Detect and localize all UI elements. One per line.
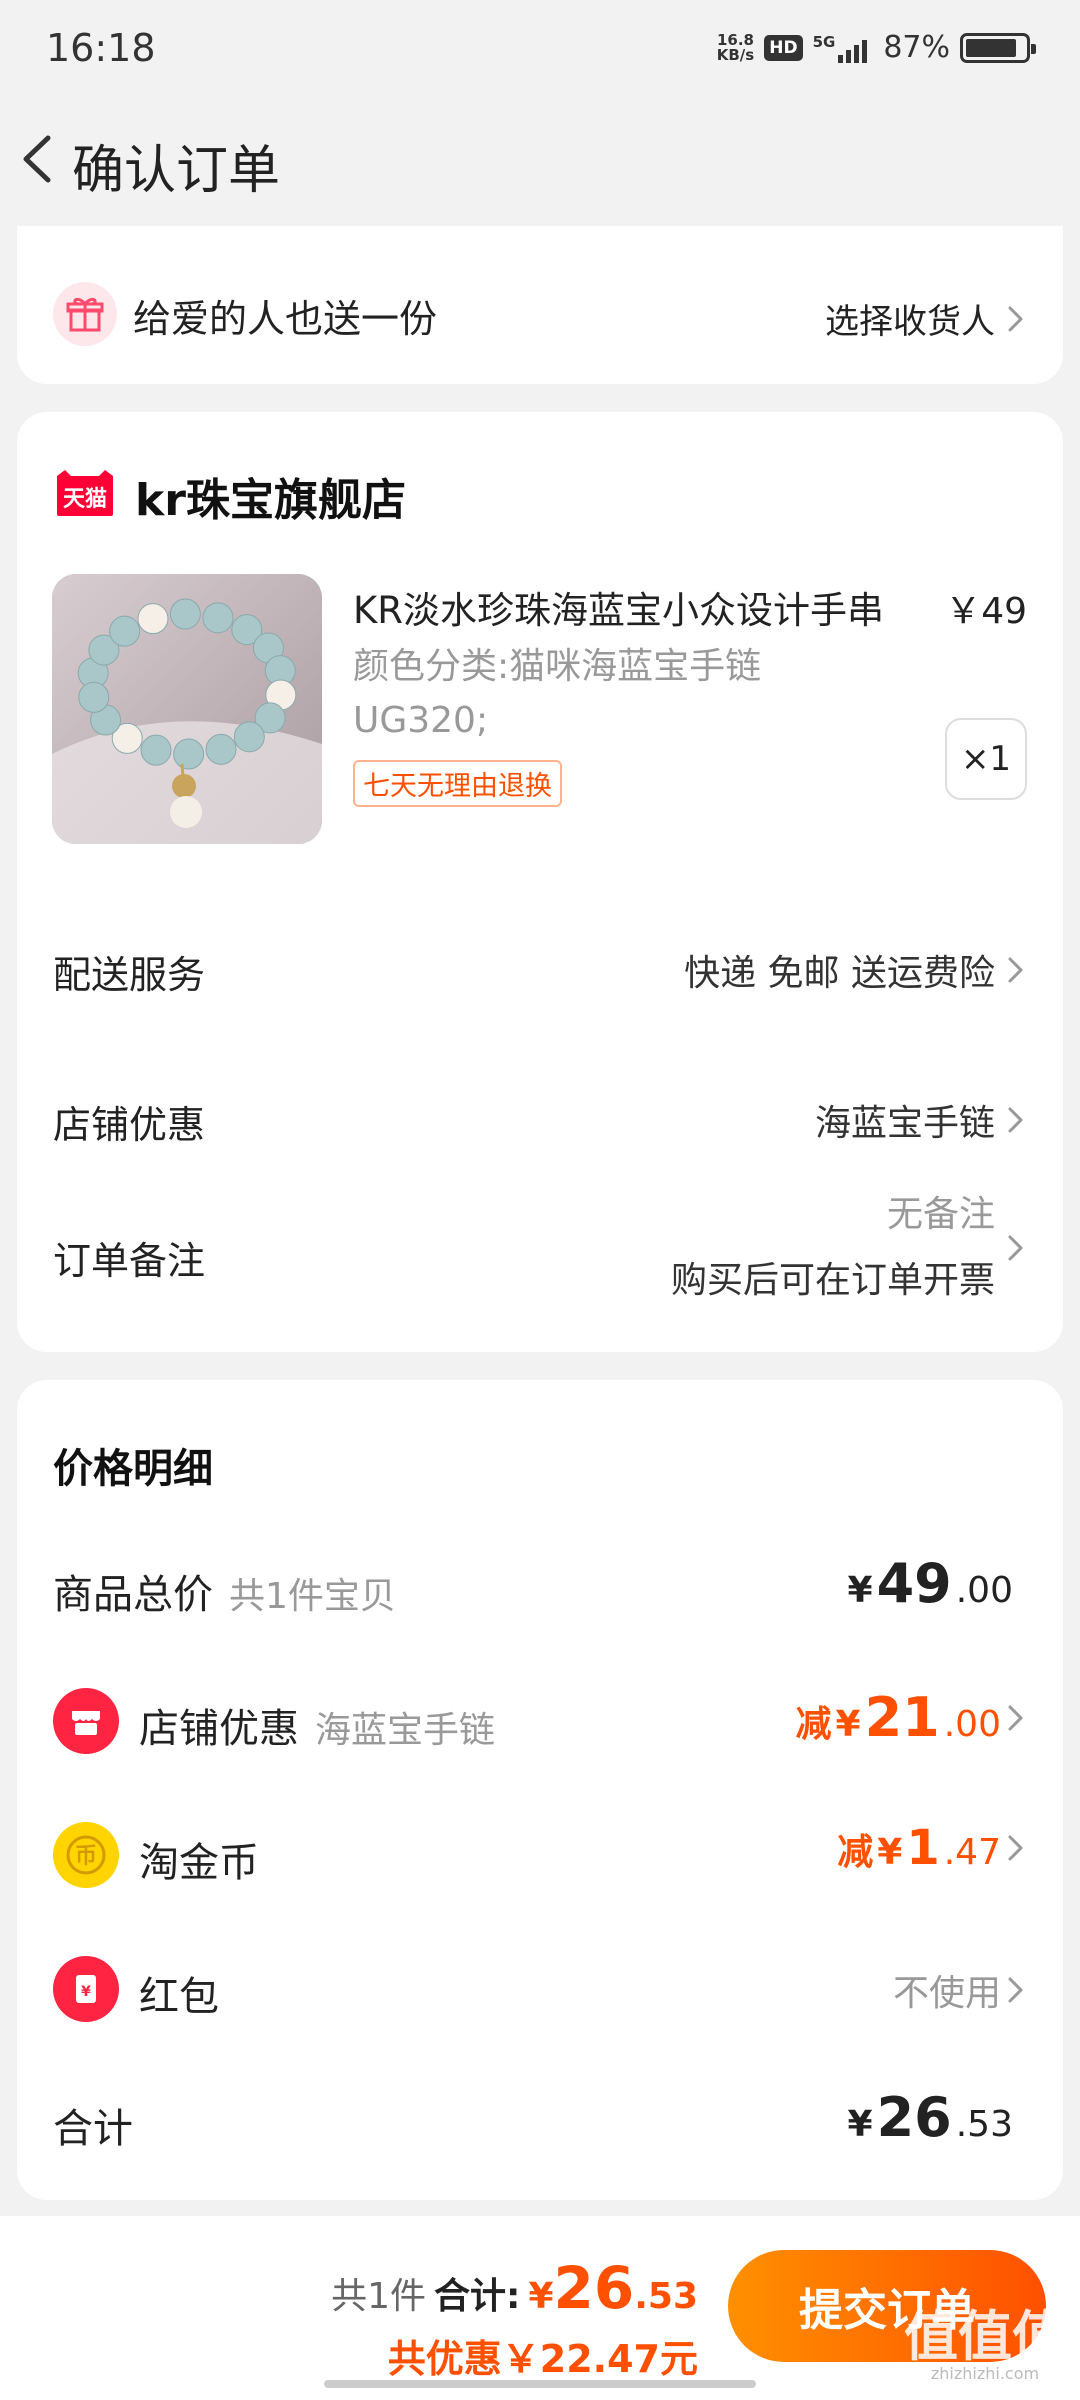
chevron-left-icon	[23, 135, 51, 183]
invoice-hint: 购买后可在订单开票	[670, 1260, 995, 1301]
chevron-right-icon	[1008, 1705, 1023, 1730]
tmall-logo: 天猫	[51, 468, 119, 518]
status-time: 16:18	[46, 26, 156, 70]
chevron-right-icon	[1008, 1235, 1023, 1261]
delivery-row[interactable]: 配送服务 快递 免邮 送运费险	[17, 910, 1063, 1020]
watermark: 值值值 zhizhizhi.com	[904, 2305, 1066, 2384]
remark-value: 无备注	[886, 1194, 995, 1235]
network-speed: 16.8 KB/s	[716, 30, 755, 64]
gift-text: 给爱的人也送一份	[133, 297, 438, 341]
svg-text:天猫: 天猫	[63, 487, 107, 512]
price-detail-title: 价格明细	[53, 1446, 213, 1492]
goods-total-amount: ¥49.00	[847, 1552, 1013, 1615]
svg-text:币: 币	[75, 1844, 97, 1869]
store-discount-detail-row[interactable]: 店铺优惠 海蓝宝手链 减 ¥21.00	[17, 1680, 1063, 1760]
choose-recipient-link[interactable]: 选择收货人	[825, 294, 1027, 343]
bead	[109, 615, 141, 647]
page-title: 确认订单	[72, 141, 281, 201]
gift-send-card[interactable]: 给爱的人也送一份 选择收货人	[17, 226, 1063, 384]
goods-total-row: 商品总价 共1件宝贝 ¥49.00	[53, 1552, 1013, 1618]
checkout-total: 共1件 合计: ¥26.53	[331, 2254, 698, 2322]
quantity-button[interactable]: ×1	[945, 718, 1027, 800]
chevron-right-icon	[1008, 1977, 1023, 2003]
store-name[interactable]: kr珠宝旗舰店	[135, 464, 406, 528]
coins-row[interactable]: 币 淘金币 减 ¥1.47	[17, 1814, 1063, 1894]
coins-amount: 减 ¥1.47	[837, 1820, 1027, 1876]
chevron-right-icon	[1008, 306, 1023, 331]
return-policy-badge: 七天无理由退换	[353, 760, 562, 807]
hd-icon: HD	[764, 34, 803, 61]
order-remark-row[interactable]: 订单备注 无备注 购买后可在订单开票	[17, 1182, 1063, 1332]
store-discount-amount: 减 ¥21.00	[796, 1686, 1028, 1749]
back-button[interactable]	[12, 124, 72, 194]
status-bar: 16:18 16.8 KB/s HD 5G 87%	[0, 0, 1080, 100]
red-packet-icon: ¥	[53, 1956, 119, 2022]
product-spec[interactable]: 颜色分类:猫咪海蓝宝手链 UG320;	[353, 640, 913, 748]
delivery-value: 快递 免邮 送运费险	[684, 953, 995, 994]
total-row: 合计 ¥26.53	[53, 2086, 1013, 2152]
nav-bar: 确认订单	[0, 110, 1080, 210]
product-price: ￥49	[945, 591, 1027, 632]
chevron-right-icon	[1008, 1107, 1023, 1133]
coin-icon: 币	[53, 1822, 119, 1888]
status-icons: 16.8 KB/s HD 5G 87%	[716, 30, 1036, 65]
red-packet-row[interactable]: ¥ 红包 不使用	[17, 1948, 1063, 2028]
store-icon	[53, 1688, 119, 1754]
bead	[140, 734, 172, 766]
store-discount-row[interactable]: 店铺优惠 海蓝宝手链	[17, 1060, 1063, 1170]
total-amount: ¥26.53	[847, 2086, 1013, 2149]
chevron-right-icon	[1008, 1835, 1023, 1861]
bead	[169, 598, 201, 630]
chevron-right-icon	[1008, 957, 1023, 983]
total-savings: 共优惠￥22.47元	[387, 2337, 698, 2381]
order-card: 天猫 kr珠宝旗舰店 KR淡水珍珠海蓝宝小众设计手串 ￥49 颜色分类:猫咪海蓝…	[17, 412, 1063, 1352]
signal-icon: 5G	[813, 33, 868, 63]
bead	[233, 721, 265, 753]
bead	[173, 738, 205, 770]
svg-text:¥: ¥	[81, 1984, 91, 2000]
battery-icon	[960, 32, 1036, 63]
product-title[interactable]: KR淡水珍珠海蓝宝小众设计手串	[353, 580, 943, 634]
store-discount-value: 海蓝宝手链	[814, 1103, 995, 1144]
bead	[137, 603, 169, 635]
bead	[78, 681, 110, 713]
red-packet-value: 不使用	[892, 1973, 1001, 2014]
home-indicator[interactable]	[324, 2380, 756, 2388]
battery-percent: 87%	[883, 30, 950, 65]
product-image[interactable]	[52, 574, 322, 844]
bead	[205, 733, 237, 765]
gift-icon	[53, 282, 117, 346]
bead	[202, 602, 234, 634]
checkout-bar: 共1件 合计: ¥26.53 共优惠￥22.47元 提交订单 值值值 zhizh…	[0, 2216, 1080, 2400]
price-detail-card: 价格明细 商品总价 共1件宝贝 ¥49.00 店铺优惠 海蓝宝手链 减 ¥21.00	[17, 1380, 1063, 2200]
